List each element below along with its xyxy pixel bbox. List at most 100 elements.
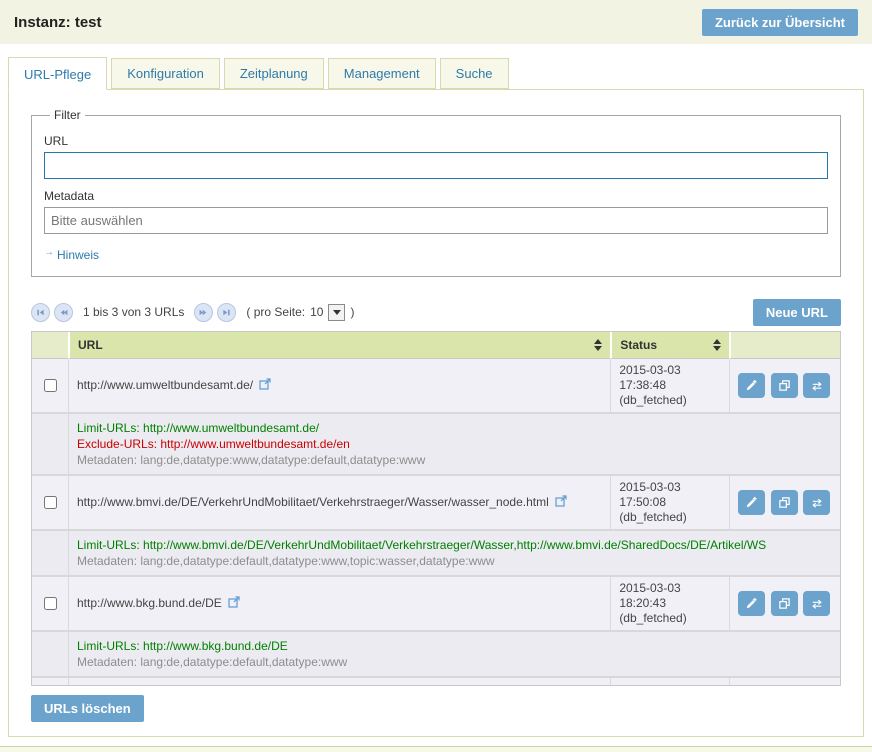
hinweis-link[interactable]: →Hinweis (44, 247, 99, 262)
tab-suche[interactable]: Suche (440, 58, 509, 89)
url-table: URL Status http://www.umweltbundesamt.de… (31, 331, 841, 686)
copy-url-button[interactable] (771, 490, 798, 515)
tab-url-pflege[interactable]: URL-Pflege (8, 57, 107, 90)
external-link-icon[interactable] (228, 597, 240, 611)
main-panel: Filter URL Metadata →Hinweis 1 bis 3 von… (8, 89, 864, 737)
limit-urls-value: http://www.bmvi.de/DE/VerkehrUndMobilita… (143, 538, 766, 552)
metadata-value: lang:de,datatype:www,datatype:default,da… (140, 453, 425, 467)
table-meta-row: Limit-URLs: http://www.bmvi.de/DE/Verkeh… (32, 531, 840, 577)
previous-page-icon (58, 307, 69, 318)
table-row: http://www.bkg.bund.de/DE 2015-03-03 18:… (32, 577, 840, 632)
edit-url-button[interactable] (738, 373, 765, 398)
hinweis-link-label: Hinweis (57, 248, 99, 262)
first-page-icon (35, 307, 46, 318)
tab-bar: URL-Pflege Konfiguration Zeitplanung Man… (8, 57, 872, 89)
next-page-icon (198, 307, 209, 318)
copy-icon (778, 379, 791, 392)
url-filter-label: URL (44, 134, 828, 148)
exclude-urls-value: http://www.umweltbundesamt.de/en (160, 437, 349, 451)
header-bar: Instanz: test Zurück zur Übersicht (0, 0, 872, 44)
pencil-icon (745, 597, 758, 610)
metadata-label: Metadaten: (77, 554, 137, 568)
new-url-button[interactable]: Neue URL (753, 299, 841, 326)
status-timestamp: 2015-03-03 18:20:43 (619, 581, 721, 611)
row-checkbox[interactable] (44, 597, 57, 610)
list-toolbar: 1 bis 3 von 3 URLs ( pro Seite: 10 ) Neu… (31, 297, 841, 327)
swap-arrows-icon (810, 380, 824, 392)
edit-url-button[interactable] (738, 490, 765, 515)
metadata-value: lang:de,datatype:default,datatype:www (140, 655, 347, 669)
table-row: http://www.umweltbundesamt.de/ 2015-03-0… (32, 359, 840, 414)
status-state: (db_fetched) (619, 393, 721, 408)
status-column-label: Status (620, 338, 657, 352)
table-meta-row: Limit-URLs: http://www.bkg.bund.de/DE Me… (32, 632, 840, 678)
tab-management[interactable]: Management (328, 58, 436, 89)
table-meta-row: Limit-URLs: http://www.umweltbundesamt.d… (32, 414, 840, 476)
table-header-row: URL Status (32, 332, 840, 359)
previous-page-button[interactable] (54, 303, 73, 322)
filter-legend: Filter (50, 108, 85, 122)
recrawl-url-button[interactable] (803, 591, 830, 616)
page-footer-divider (0, 746, 872, 752)
limit-urls-label: Limit-URLs: (77, 639, 140, 653)
last-page-icon (221, 307, 232, 318)
recrawl-url-button[interactable] (803, 373, 830, 398)
filter-fieldset: Filter URL Metadata →Hinweis (31, 108, 841, 277)
copy-url-button[interactable] (771, 373, 798, 398)
row-checkbox[interactable] (44, 496, 57, 509)
per-page-value: 10 (310, 305, 323, 319)
pagination-status: 1 bis 3 von 3 URLs (83, 305, 184, 319)
url-filter-input[interactable] (44, 152, 828, 179)
row-url: http://www.bkg.bund.de/DE (77, 596, 222, 610)
last-page-button[interactable] (217, 303, 236, 322)
exclude-urls-label: Exclude-URLs: (77, 437, 157, 451)
copy-icon (778, 496, 791, 509)
tab-konfiguration[interactable]: Konfiguration (111, 58, 220, 89)
next-page-button[interactable] (194, 303, 213, 322)
copy-url-button[interactable] (771, 591, 798, 616)
tab-zeitplanung[interactable]: Zeitplanung (224, 58, 324, 89)
status-timestamp: 2015-03-03 17:38:48 (619, 363, 721, 393)
sort-url-button[interactable] (594, 339, 602, 351)
external-link-icon[interactable] (555, 496, 567, 510)
edit-url-button[interactable] (738, 591, 765, 616)
sort-status-button[interactable] (713, 339, 721, 351)
url-column-label: URL (78, 338, 103, 352)
pagination: 1 bis 3 von 3 URLs ( pro Seite: 10 ) (31, 303, 354, 322)
status-state: (db_fetched) (619, 611, 721, 626)
per-page-prefix: ( pro Seite: (246, 305, 305, 319)
metadata-label: Metadaten: (77, 453, 137, 467)
status-state: (db_fetched) (619, 510, 721, 525)
limit-urls-label: Limit-URLs: (77, 421, 140, 435)
table-row: http://www.bmvi.de/DE/VerkehrUndMobilita… (32, 476, 840, 531)
metadata-filter-label: Metadata (44, 189, 828, 203)
external-link-icon[interactable] (259, 379, 271, 393)
metadata-value: lang:de,datatype:default,datatype:www,to… (140, 554, 494, 568)
swap-arrows-icon (810, 497, 824, 509)
copy-icon (778, 597, 791, 610)
limit-urls-label: Limit-URLs: (77, 538, 140, 552)
url-column-header: URL (68, 332, 610, 359)
checkbox-column-header (32, 332, 68, 359)
arrow-icon: → (44, 247, 54, 258)
per-page-select[interactable] (328, 304, 345, 321)
metadata-label: Metadaten: (77, 655, 137, 669)
page-title: Instanz: test (14, 14, 102, 31)
status-timestamp: 2015-03-03 17:50:08 (619, 480, 721, 510)
row-checkbox[interactable] (44, 379, 57, 392)
pencil-icon (745, 379, 758, 392)
limit-urls-value: http://www.bkg.bund.de/DE (143, 639, 288, 653)
metadata-filter-input[interactable] (44, 207, 828, 234)
row-url: http://www.bmvi.de/DE/VerkehrUndMobilita… (77, 495, 549, 509)
swap-arrows-icon (810, 598, 824, 610)
chevron-down-icon (333, 310, 341, 315)
row-url: http://www.umweltbundesamt.de/ (77, 378, 253, 392)
actions-column-header (729, 332, 840, 359)
delete-urls-button[interactable]: URLs löschen (31, 695, 144, 722)
back-to-overview-button[interactable]: Zurück zur Übersicht (702, 9, 858, 36)
recrawl-url-button[interactable] (803, 490, 830, 515)
per-page-suffix: ) (350, 305, 354, 319)
first-page-button[interactable] (31, 303, 50, 322)
table-footer-row (32, 678, 840, 685)
status-column-header: Status (610, 332, 729, 359)
